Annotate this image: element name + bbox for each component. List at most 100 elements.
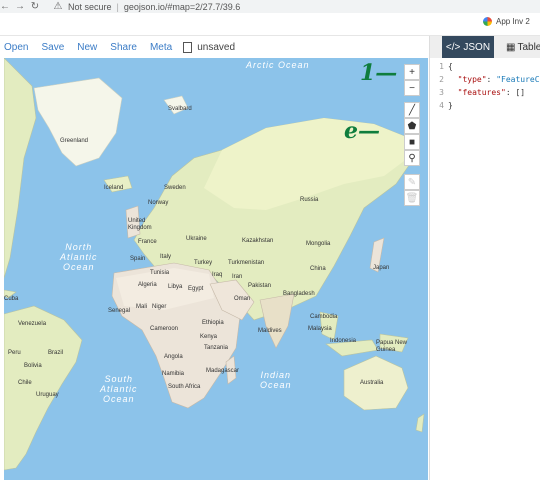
tab-table-label: Table	[517, 41, 540, 53]
map-label: Egypt	[188, 286, 204, 292]
zoom-in-button[interactable]: +	[404, 64, 420, 80]
zoom-out-button[interactable]: −	[404, 80, 420, 96]
map-label: Iceland	[104, 185, 124, 191]
map-label: Libya	[168, 284, 183, 290]
map-label: Cambodia	[310, 314, 338, 320]
ocean-label-arctic: Arctic Ocean	[246, 60, 310, 70]
map-label: Tunisia	[150, 270, 170, 276]
map-label: Namibia	[162, 371, 185, 377]
map-label: Mali	[136, 304, 148, 310]
map-label: Ethiopia	[202, 320, 224, 326]
line-number: 4	[439, 101, 444, 110]
map-label: Venezuela	[18, 321, 47, 327]
code-key: "features"	[457, 88, 506, 97]
map-label: Spain	[130, 256, 146, 262]
map-label: Mongolia	[306, 241, 331, 247]
app-inventor-icon	[483, 17, 492, 26]
map-label: Angola	[164, 354, 183, 360]
line-number: 3	[439, 88, 444, 97]
file-icon	[183, 41, 193, 53]
map-label: Russia	[300, 197, 319, 203]
app-toolbar: Open Save New Share Meta unsaved	[0, 36, 428, 58]
map-label: Uruguay	[36, 392, 59, 398]
bookmark-app-inv[interactable]: App Inv 2	[483, 17, 530, 26]
panel-tabbar: </> JSON ▦ Table	[430, 36, 540, 58]
browser-address-bar: ← → ↻ ⚠ Not secure | geojson.io/#map=2/2…	[0, 0, 540, 13]
line-number: 1	[439, 62, 444, 71]
ocean-label-indian: Indian Ocean	[260, 370, 292, 390]
map-label: Svalbard	[168, 106, 192, 112]
map-label: Greenland	[60, 138, 89, 144]
ocean-label-north-atlantic: North Atlantic Ocean	[60, 242, 98, 272]
draw-line-icon[interactable]: ╱	[404, 102, 420, 118]
security-label[interactable]: Not secure	[68, 2, 112, 12]
back-icon[interactable]: ←	[0, 1, 10, 12]
tab-json-label: JSON	[463, 41, 491, 53]
map-label: Italy	[160, 254, 172, 260]
meta-button[interactable]: Meta	[150, 42, 172, 53]
map-label: Ukraine	[186, 236, 207, 242]
table-icon: ▦	[506, 41, 516, 53]
map-label: Algeria	[138, 282, 157, 288]
map-label: Australia	[360, 380, 384, 386]
map-label: Malaysia	[308, 326, 332, 332]
map-label: Bangladesh	[283, 291, 315, 297]
map-label: Niger	[152, 304, 167, 310]
bookmark-bar: App Inv 2	[0, 13, 540, 36]
json-editor[interactable]: { "type": "FeatureC "features": []}	[448, 60, 540, 112]
unsaved-status: unsaved	[197, 41, 236, 53]
warning-icon[interactable]: ⚠	[53, 1, 63, 12]
line-gutter: 1 2 3 4	[430, 60, 444, 112]
share-button[interactable]: Share	[110, 42, 137, 53]
url-separator: |	[116, 1, 119, 12]
code-icon: </>	[445, 41, 461, 53]
map-label: Cameroon	[150, 326, 179, 332]
code-string: "FeatureC	[496, 75, 540, 84]
code-line: "features": []	[457, 88, 526, 97]
code-key: "type"	[457, 75, 487, 84]
map-label: Brazil	[48, 350, 64, 356]
map-label: Madagascar	[206, 368, 240, 374]
map-label: Senegal	[108, 308, 131, 314]
draw-marker-icon[interactable]: ⚲	[404, 150, 420, 166]
map-label: Sweden	[164, 185, 186, 191]
ocean-label-south-atlantic: South Atlantic Ocean	[100, 374, 138, 404]
map-label: Cuba	[4, 296, 19, 302]
code-line: {	[448, 62, 453, 71]
open-button[interactable]: Open	[4, 42, 28, 53]
map-label: Iran	[232, 274, 243, 280]
line-number: 2	[439, 75, 444, 84]
map-label: Chile	[18, 380, 32, 386]
map-label: Japan	[373, 265, 390, 271]
reload-icon[interactable]: ↻	[30, 1, 40, 12]
draw-rectangle-icon[interactable]: ■	[404, 134, 420, 150]
map-label: Peru	[8, 350, 21, 356]
tab-json[interactable]: </> JSON	[442, 36, 494, 58]
url-text[interactable]: geojson.io/#map=2/27.7/39.6	[124, 2, 240, 12]
map-label: Papua New Guinea	[376, 340, 408, 353]
map-label: France	[138, 239, 157, 245]
delete-layers-icon[interactable]: 🗑	[404, 190, 420, 206]
map-label: South Africa	[168, 384, 201, 390]
map-label: Norway	[148, 200, 169, 206]
edit-layers-icon[interactable]: ✎	[404, 174, 420, 190]
map-label: Oman	[234, 296, 251, 302]
editor-panel: </> JSON ▦ Table 1 2 3 4 { "type": "Feat…	[429, 36, 540, 480]
map-label: Iraq	[212, 272, 223, 278]
map-label: Bolivia	[24, 363, 42, 369]
tab-table[interactable]: ▦ Table	[506, 36, 540, 58]
forward-icon[interactable]: →	[15, 1, 25, 12]
new-button[interactable]: New	[77, 42, 97, 53]
world-map[interactable]: Arctic Ocean North Atlantic Ocean South …	[4, 58, 428, 480]
draw-polygon-icon[interactable]: ⬟	[404, 118, 420, 134]
save-button[interactable]: Save	[41, 42, 64, 53]
code-line: "type": "FeatureC	[457, 75, 540, 84]
map-label: Kazakhstan	[242, 238, 274, 244]
annotation-one: 1—	[360, 60, 398, 86]
map-label: Pakistan	[248, 283, 272, 289]
map-label: Kenya	[200, 334, 218, 340]
code-line: }	[448, 101, 453, 110]
map-label: China	[310, 266, 326, 272]
annotation-two: e—	[344, 118, 380, 144]
bookmark-label: App Inv 2	[496, 17, 530, 26]
